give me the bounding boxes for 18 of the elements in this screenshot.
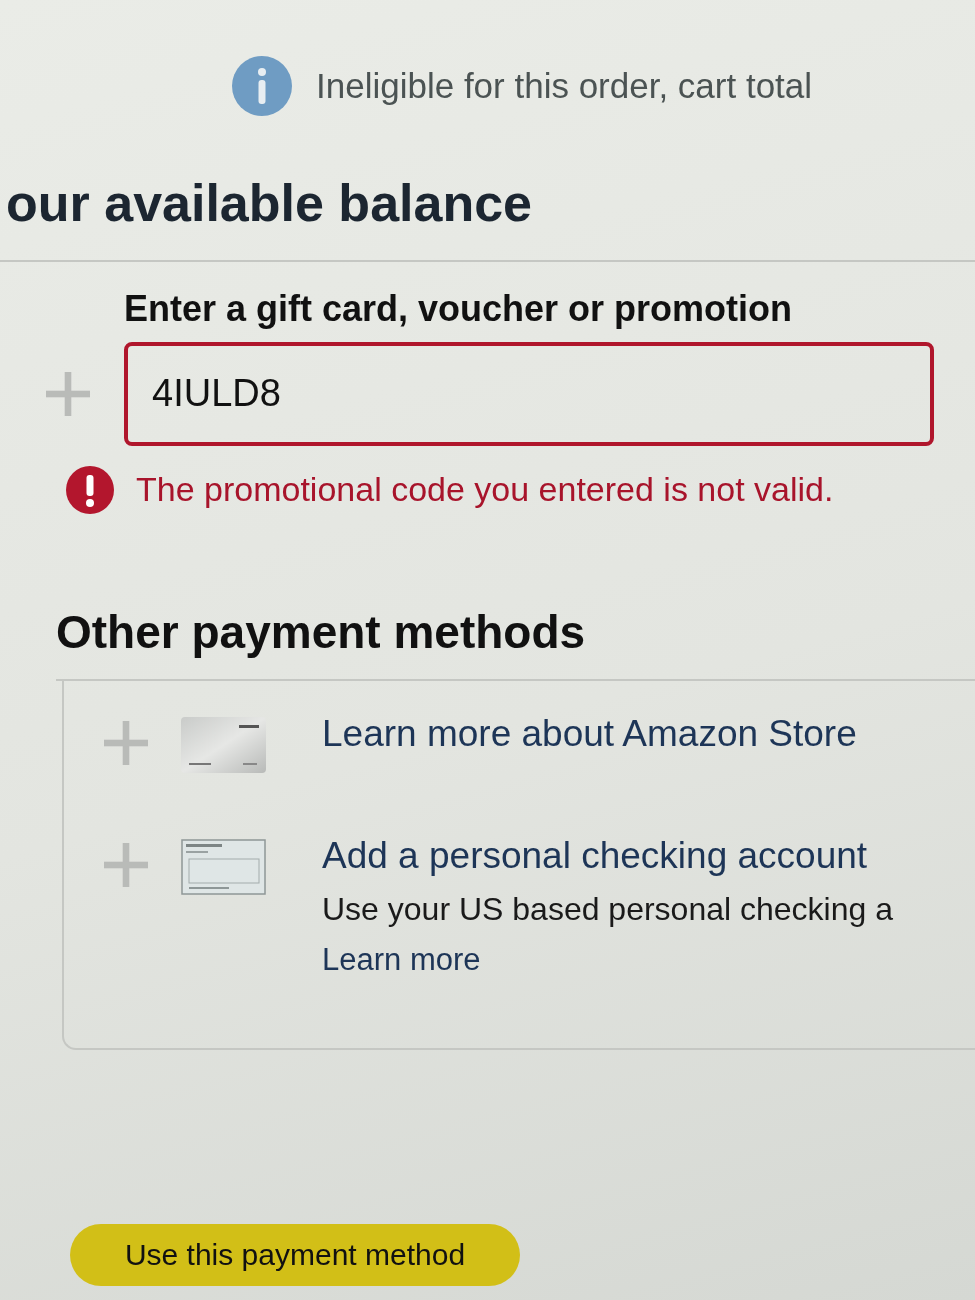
info-icon xyxy=(232,56,292,116)
error-icon xyxy=(66,465,114,514)
learn-more-link[interactable]: Learn more xyxy=(322,942,481,979)
method-link[interactable]: Add a personal checking account xyxy=(322,834,868,878)
plus-icon xyxy=(104,720,148,765)
method-link[interactable]: Learn more about Amazon Store xyxy=(322,712,857,756)
use-payment-method-button[interactable]: Use this payment method xyxy=(70,1224,520,1286)
code-input-field[interactable]: 4IULD8 xyxy=(124,341,934,446)
bank-check-icon xyxy=(181,838,266,895)
section-heading: Other payment methods xyxy=(56,605,586,659)
plus-icon xyxy=(46,371,90,416)
plus-icon xyxy=(104,842,148,887)
section-heading: our available balance xyxy=(5,174,533,234)
field-label: Enter a gift card, voucher or promotion xyxy=(124,287,793,330)
notice-text: Ineligible for this order, cart total xyxy=(316,66,813,106)
store-card-icon xyxy=(181,716,266,773)
error-message: The promotional code you entered is not valid. xyxy=(136,470,834,510)
method-description: Use your US based personal checking a xyxy=(322,891,893,929)
